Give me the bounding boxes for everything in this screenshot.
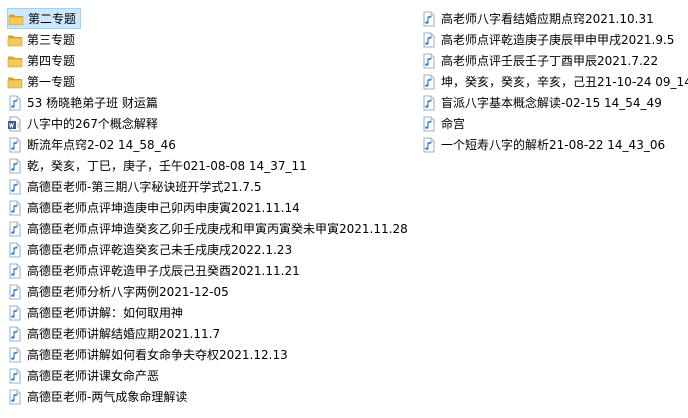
- audio-file-icon: [7, 389, 23, 405]
- left-file-item-16[interactable]: 高德臣老师讲解如何看女命争夫夺权2021.12.13: [7, 344, 412, 365]
- audio-file-icon: [7, 200, 23, 216]
- left-file-item-3[interactable]: 第一专题: [7, 71, 412, 92]
- file-item-label: 高德臣老师点评乾造癸亥己未壬戌庚戌2022.1.23: [27, 242, 293, 257]
- file-item-label: 坤，癸亥，癸亥，辛亥，己丑21-10-24 09_14_: [441, 74, 688, 89]
- file-list-view: 第二专题第三专题第四专题第一专题 53 杨晓艳弟子班 财运篇 八字中的267个概念解…: [0, 0, 688, 418]
- audio-file-icon: [421, 32, 437, 48]
- audio-file-icon: [7, 305, 23, 321]
- file-item-label: 第一专题: [27, 74, 76, 89]
- left-file-item-5[interactable]: 八字中的267个概念解释: [7, 113, 412, 134]
- file-item-label: 高老师点评壬辰壬子丁酉甲辰2021.7.22: [441, 53, 659, 68]
- audio-file-icon: [421, 53, 437, 69]
- right-file-item-1[interactable]: 高老师点评乾造庚子庚辰甲申甲戌2021.9.5: [421, 29, 688, 50]
- file-item-label: 53 杨晓艳弟子班 财运篇: [27, 95, 158, 110]
- left-file-item-8[interactable]: 高德臣老师-第三期八字秘诀班开学式21.7.5: [7, 176, 412, 197]
- file-item-label: 第四专题: [27, 53, 76, 68]
- audio-file-icon: [7, 137, 23, 153]
- right-file-item-3[interactable]: 坤，癸亥，癸亥，辛亥，己丑21-10-24 09_14_: [421, 71, 688, 92]
- file-column-left: 第二专题第三专题第四专题第一专题 53 杨晓艳弟子班 财运篇 八字中的267个概念解…: [7, 8, 412, 407]
- audio-file-icon: [7, 242, 23, 258]
- audio-file-icon: [7, 368, 23, 384]
- file-item-label: 高德臣老师分析八字两例2021-12-05: [27, 284, 229, 299]
- folder-icon: [8, 11, 24, 27]
- left-file-item-2[interactable]: 第四专题: [7, 50, 412, 71]
- file-item-label: 高德臣老师点评坤造庚申己卯丙申庚寅2021.11.14: [27, 200, 300, 215]
- file-item-label: 高德臣老师讲解：如何取用神: [27, 305, 184, 320]
- folder-icon: [7, 32, 23, 48]
- file-item-label: 乾，癸亥，丁巳，庚子，壬午021-08-08 14_37_11: [27, 158, 307, 173]
- left-file-item-12[interactable]: 高德臣老师点评乾造甲子戊辰己丑癸酉2021.11.21: [7, 260, 412, 281]
- file-item-label: 高德臣老师-两气成象命理解读: [27, 389, 188, 404]
- left-file-item-17[interactable]: 高德臣老师讲课女命产恶: [7, 365, 412, 386]
- audio-file-icon: [421, 116, 437, 132]
- file-item-label: 八字中的267个概念解释: [27, 116, 158, 131]
- file-item-label: 高老师八字看结婚应期点窍2021.10.31: [441, 11, 654, 26]
- audio-file-icon: [7, 158, 23, 174]
- audio-file-icon: [7, 221, 23, 237]
- right-file-item-6[interactable]: 一个短寿八字的解析21-08-22 14_43_06: [421, 134, 688, 155]
- right-file-item-5[interactable]: 命宫: [421, 113, 688, 134]
- audio-file-icon: [7, 347, 23, 363]
- audio-file-icon: [7, 179, 23, 195]
- file-item-label: 高德臣老师-第三期八字秘诀班开学式21.7.5: [27, 179, 262, 194]
- file-item-label: 命宫: [441, 116, 466, 131]
- audio-file-icon: [421, 74, 437, 90]
- right-file-item-4[interactable]: 盲派八字基本概念解读-02-15 14_54_49: [421, 92, 688, 113]
- folder-icon: [7, 53, 23, 69]
- left-file-item-10[interactable]: 高德臣老师点评坤造癸亥乙卯壬戌庚戌和甲寅丙寅癸未甲寅2021.11.28: [7, 218, 412, 239]
- left-file-item-18[interactable]: 高德臣老师-两气成象命理解读: [7, 386, 412, 407]
- left-file-item-14[interactable]: 高德臣老师讲解：如何取用神: [7, 302, 412, 323]
- audio-file-icon: [7, 263, 23, 279]
- left-file-item-13[interactable]: 高德臣老师分析八字两例2021-12-05: [7, 281, 412, 302]
- left-file-item-6[interactable]: 断流年点窍2-02 14_58_46: [7, 134, 412, 155]
- file-item-label: 高德臣老师讲课女命产恶: [27, 368, 160, 383]
- file-item-label: 第三专题: [27, 32, 76, 47]
- left-file-item-4[interactable]: 53 杨晓艳弟子班 财运篇: [7, 92, 412, 113]
- left-file-item-7[interactable]: 乾，癸亥，丁巳，庚子，壬午021-08-08 14_37_11: [7, 155, 412, 176]
- audio-file-icon: [421, 11, 437, 27]
- folder-icon: [7, 74, 23, 90]
- file-column-right: 高老师八字看结婚应期点窍2021.10.31 高老师点评乾造庚子庚辰甲申甲戌202…: [421, 8, 688, 155]
- left-file-item-0[interactable]: 第二专题: [7, 8, 81, 29]
- file-item-label: 断流年点窍2-02 14_58_46: [27, 137, 176, 152]
- right-file-item-2[interactable]: 高老师点评壬辰壬子丁酉甲辰2021.7.22: [421, 50, 688, 71]
- file-item-label: 一个短寿八字的解析21-08-22 14_43_06: [441, 137, 666, 152]
- file-item-label: 盲派八字基本概念解读-02-15 14_54_49: [441, 95, 662, 110]
- document-file-icon: [7, 116, 23, 132]
- audio-file-icon: [7, 95, 23, 111]
- file-item-label: 高老师点评乾造庚子庚辰甲申甲戌2021.9.5: [441, 32, 675, 47]
- left-file-item-15[interactable]: 高德臣老师讲解结婚应期2021.11.7: [7, 323, 412, 344]
- audio-file-icon: [7, 326, 23, 342]
- left-file-item-11[interactable]: 高德臣老师点评乾造癸亥己未壬戌庚戌2022.1.23: [7, 239, 412, 260]
- file-item-label: 高德臣老师点评乾造甲子戊辰己丑癸酉2021.11.21: [27, 263, 300, 278]
- audio-file-icon: [421, 137, 437, 153]
- left-file-item-1[interactable]: 第三专题: [7, 29, 412, 50]
- left-file-item-9[interactable]: 高德臣老师点评坤造庚申己卯丙申庚寅2021.11.14: [7, 197, 412, 218]
- file-item-label: 第二专题: [28, 11, 77, 26]
- file-item-label: 高德臣老师讲解如何看女命争夫夺权2021.12.13: [27, 347, 288, 362]
- audio-file-icon: [421, 95, 437, 111]
- right-file-item-0[interactable]: 高老师八字看结婚应期点窍2021.10.31: [421, 8, 688, 29]
- file-item-label: 高德臣老师讲解结婚应期2021.11.7: [27, 326, 221, 341]
- file-item-label: 高德臣老师点评坤造癸亥乙卯壬戌庚戌和甲寅丙寅癸未甲寅2021.11.28: [27, 221, 408, 236]
- audio-file-icon: [7, 284, 23, 300]
